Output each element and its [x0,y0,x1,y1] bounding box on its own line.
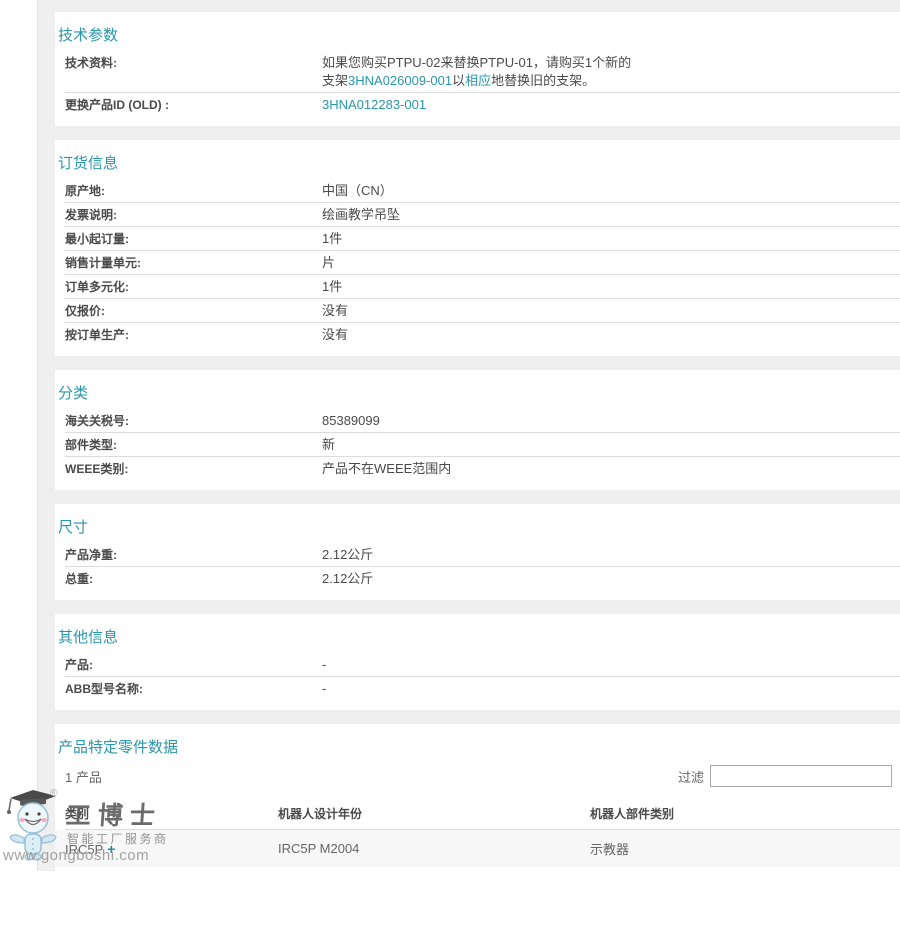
row-label: 销售计量单元: [65,254,322,272]
section-ordering-info: 订货信息 原产地: 中国（CN） 发票说明: 绘画教学吊坠 最小起订量: 1件 … [55,140,900,356]
row-label: WEEE类别: [65,460,322,478]
row-value: - [322,656,326,673]
cell-category: IRC5P + [65,841,278,857]
row-label: ABB型号名称: [65,680,322,698]
page-content-area: 技术参数 技术资料: 如果您购买PTPU-02来替换PTPU-01，请购买1个新… [37,0,900,871]
doc-text-2: 以 [452,73,465,88]
row-label: 订单多元化: [65,278,322,296]
parts-toolbar: 1 产品 过滤 [65,765,892,787]
section-title-product-specific-parts: 产品特定零件数据 [58,736,900,755]
row-value: 2.12公斤 [322,546,373,563]
parts-count: 1 产品 [65,767,102,786]
row-value: 没有 [322,326,348,343]
column-header-robot-part-category: 机器人部件类别 [590,805,900,822]
section-product-specific-parts: 产品特定零件数据 1 产品 过滤 类别 机器人设计年份 机器人部件类别 IRC5… [55,724,900,937]
row-value: 85389099 [322,412,380,429]
row-label: 更换产品ID (OLD) : [65,96,322,114]
row-gross-weight: 总重: 2.12公斤 [65,567,900,590]
row-label: 产品: [65,656,322,674]
doc-text-3: 地替换旧的支架。 [491,73,595,88]
parts-table-header: 类别 机器人设计年份 机器人部件类别 [65,797,900,830]
row-sales-unit: 销售计量单元: 片 [65,251,900,275]
row-replaced-product-id: 更换产品ID (OLD) : 3HNA012283-001 [65,93,900,116]
row-label: 总重: [65,570,322,588]
row-label: 产品净重: [65,546,322,564]
row-order-multiple: 订单多元化: 1件 [65,275,900,299]
row-label: 最小起订量: [65,230,322,248]
section-title-classification: 分类 [58,382,900,401]
section-title-other-info: 其他信息 [58,626,900,645]
section-technical-parameters: 技术参数 技术资料: 如果您购买PTPU-02来替换PTPU-01，请购买1个新… [55,12,900,126]
section-title-technical-parameters: 技术参数 [58,24,900,43]
row-part-type: 部件类型: 新 [65,433,900,457]
row-value: 中国（CN） [322,182,393,199]
section-dimensions: 尺寸 产品净重: 2.12公斤 总重: 2.12公斤 [55,504,900,600]
row-technical-documents: 技术资料: 如果您购买PTPU-02来替换PTPU-01，请购买1个新的支架3H… [65,51,900,93]
category-link[interactable]: IRC5P [65,842,103,857]
row-value: 片 [322,254,335,271]
row-value: 2.12公斤 [322,570,373,587]
table-row: IRC5P + IRC5P M2004 示教器 [55,830,900,867]
row-label: 原产地: [65,182,322,200]
row-label: 海关关税号: [65,412,322,430]
row-product-net-weight: 产品净重: 2.12公斤 [65,543,900,567]
row-made-to-order: 按订单生产: 没有 [65,323,900,346]
column-header-robot-design-year: 机器人设计年份 [278,805,590,822]
row-weee-category: WEEE类别: 产品不在WEEE范围内 [65,457,900,480]
section-title-ordering-info: 订货信息 [58,152,900,171]
row-label: 按订单生产: [65,326,322,344]
filter-label: 过滤 [678,767,704,786]
row-minimum-order-qty: 最小起订量: 1件 [65,227,900,251]
row-label: 技术资料: [65,54,322,72]
column-header-category: 类别 [65,805,278,822]
row-value: 没有 [322,302,348,319]
section-title-dimensions: 尺寸 [58,516,900,535]
row-value: 1件 [322,278,342,295]
row-quote-only: 仅报价: 没有 [65,299,900,323]
accordingly-link[interactable]: 相应 [465,73,491,88]
row-invoice-description: 发票说明: 绘画教学吊坠 [65,203,900,227]
technical-documents-value: 如果您购买PTPU-02来替换PTPU-01，请购买1个新的支架3HNA0260… [322,54,640,90]
expand-plus-icon[interactable]: + [107,841,115,857]
filter-input[interactable] [710,765,892,787]
row-label: 部件类型: [65,436,322,454]
row-value: 1件 [322,230,342,247]
row-abb-type-designation: ABB型号名称: - [65,677,900,700]
row-value: 新 [322,436,335,453]
row-label: 仅报价: [65,302,322,320]
row-value: 绘画教学吊坠 [322,206,400,223]
row-label: 发票说明: [65,206,322,224]
cell-robot-part-category: 示教器 [590,839,900,858]
row-value: 产品不在WEEE范围内 [322,460,451,477]
row-product: 产品: - [65,653,900,677]
cell-robot-design-year: IRC5P M2004 [278,841,590,856]
section-other-info: 其他信息 产品: - ABB型号名称: - [55,614,900,710]
row-country-of-origin: 原产地: 中国（CN） [65,179,900,203]
row-value: - [322,680,326,697]
row-customs-tariff-number: 海关关税号: 85389099 [65,409,900,433]
replaced-product-id-link[interactable]: 3HNA012283-001 [322,97,426,112]
section-classification: 分类 海关关税号: 85389099 部件类型: 新 WEEE类别: 产品不在W… [55,370,900,490]
bracket-part-link[interactable]: 3HNA026009-001 [348,73,452,88]
